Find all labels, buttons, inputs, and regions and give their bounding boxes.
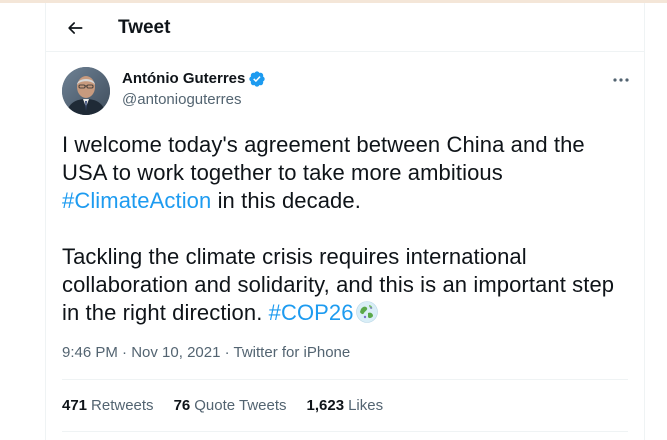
tweet-time[interactable]: 9:46 PM [62,344,118,361]
author-name[interactable]: António Guterres [122,70,266,88]
globe-emoji-icon [355,301,378,323]
tweet-text-segment: in this decade. [211,188,361,213]
more-options-icon [613,78,629,82]
back-button[interactable] [58,11,92,45]
tweet-stats: 471 Retweets 76 Quote Tweets 1,623 Likes [62,397,403,415]
tweet-paragraph-2: Tackling the climate crisis requires int… [62,243,622,327]
arrow-left-icon [68,22,83,34]
page-title: Tweet [118,17,171,38]
meta-separator: · [220,344,234,361]
hashtag-climateaction-link[interactable]: #ClimateAction [62,188,211,213]
quote-tweets-stat[interactable]: 76 Quote Tweets [174,397,287,415]
divider [62,431,628,432]
author-name-text: António Guterres [122,70,246,87]
retweets-count: 471 [62,397,88,414]
quote-tweets-label: Quote Tweets [194,397,287,414]
hashtag-cop26-link[interactable]: #COP26 [269,300,354,325]
page-header: Tweet [46,3,644,52]
likes-count: 1,623 [306,397,345,414]
tweet-date[interactable]: Nov 10, 2021 [131,344,220,361]
retweets-stat[interactable]: 471 Retweets [62,397,154,415]
tweet-text: I welcome today's agreement between Chin… [62,131,622,327]
tweet-text-segment: I welcome today's agreement between Chin… [62,132,585,185]
likes-label: Likes [348,397,384,414]
divider [62,379,628,380]
avatar-portrait [62,67,110,115]
more-options-button[interactable] [606,69,636,91]
meta-separator: · [117,344,132,361]
avatar[interactable] [62,67,110,115]
verified-badge-icon [249,71,266,87]
retweets-label: Retweets [91,397,154,414]
quote-tweets-count: 76 [173,397,191,414]
tweet-paragraph-1: I welcome today's agreement between Chin… [62,131,622,215]
likes-stat[interactable]: 1,623 Likes [307,397,384,415]
tweet-source[interactable]: Twitter for iPhone [234,344,351,361]
author-handle[interactable]: @antonioguterres [122,91,241,109]
tweet-meta: 9:46 PM · Nov 10, 2021 · Twitter for iPh… [62,344,350,362]
tweet-column: Tweet António Guterres @antonioguterres … [45,3,645,440]
